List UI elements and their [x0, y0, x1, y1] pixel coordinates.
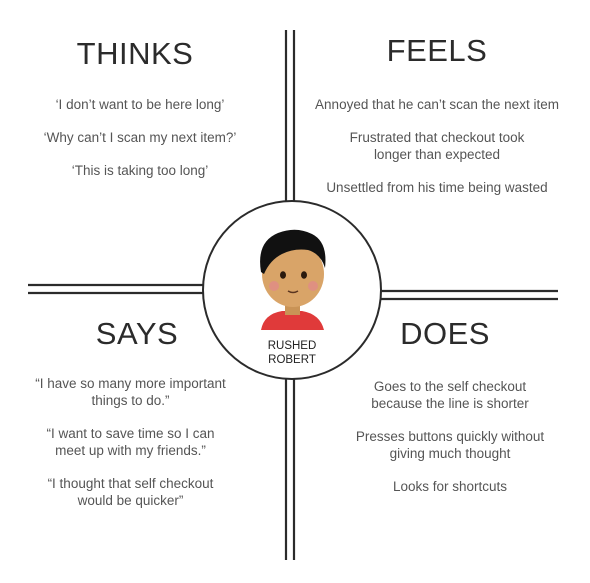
says-item: “I want to save time so I can meet up wi…: [46, 426, 215, 458]
persona-name: RUSHED ROBERT: [204, 339, 380, 367]
says-heading: SAYS: [95, 316, 179, 351]
thinks-item: ‘This is taking too long’: [71, 163, 209, 178]
right-cheek: [308, 281, 318, 291]
feels-list: Annoyed that he can’t scan the next item…: [306, 96, 568, 212]
does-item: Goes to the self checkout because the li…: [371, 379, 529, 411]
left-eye: [280, 271, 286, 279]
persona-circle: RUSHED ROBERT: [202, 200, 382, 380]
thinks-list: ‘I don’t want to be here long’ ‘Why can’…: [30, 96, 250, 195]
right-eye: [301, 271, 307, 279]
says-list: “I have so many more important things to…: [28, 375, 233, 525]
feels-heading: FEELS: [386, 33, 488, 68]
persona-name-line1: RUSHED: [267, 340, 317, 352]
persona-name-line2: ROBERT: [268, 354, 316, 366]
thinks-heading: THINKS: [76, 36, 194, 71]
feels-item: Frustrated that checkout took longer tha…: [349, 130, 525, 162]
says-item: “I have so many more important things to…: [35, 376, 226, 408]
feels-item: Unsettled from his time being wasted: [326, 180, 548, 195]
left-cheek: [269, 281, 279, 291]
does-list: Goes to the self checkout because the li…: [355, 378, 545, 511]
does-item: Presses buttons quickly without giving m…: [355, 429, 545, 461]
does-heading: DOES: [400, 316, 490, 351]
feels-item: Annoyed that he can’t scan the next item: [315, 97, 559, 112]
says-item: “I thought that self checkout would be q…: [47, 476, 214, 508]
thinks-item: ‘Why can’t I scan my next item?’: [43, 130, 237, 145]
does-item: Looks for shortcuts: [392, 479, 508, 494]
thinks-item: ‘I don’t want to be here long’: [55, 97, 225, 112]
